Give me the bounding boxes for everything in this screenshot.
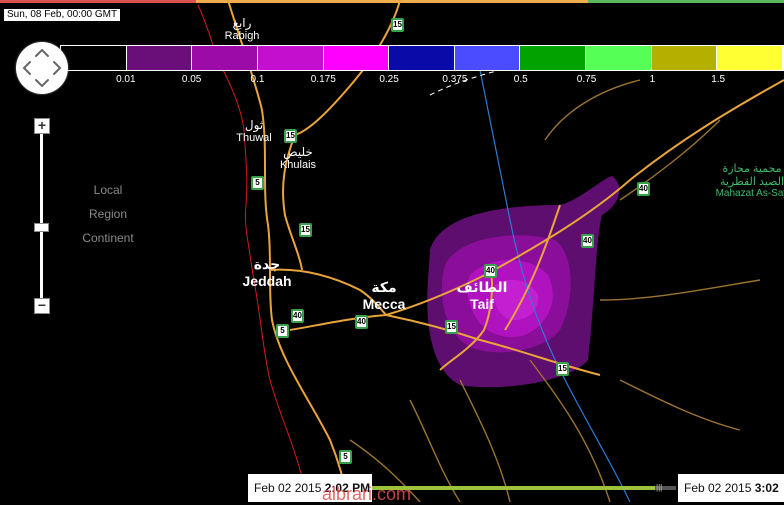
legend-swatch — [323, 46, 390, 70]
road-shield: 15 — [556, 362, 569, 376]
legend-label: 0.05 — [181, 74, 202, 85]
road-shield: 15 — [299, 223, 312, 237]
legend-label: 0.25 — [379, 74, 399, 85]
zoom-local-link[interactable]: Local — [72, 183, 144, 197]
road-shield: 40 — [355, 315, 368, 329]
legend-swatch — [717, 46, 784, 70]
road-shield: 5 — [339, 450, 352, 464]
legend-swatch — [520, 46, 587, 70]
zoom-out-button[interactable]: − — [34, 298, 50, 314]
pan-control[interactable] — [16, 42, 68, 94]
place-khulais: خليص Khulais — [279, 145, 317, 171]
legend-label: 1 — [649, 74, 656, 85]
legend-swatch — [454, 46, 521, 70]
road-shield: 40 — [484, 264, 497, 278]
zoom-in-button[interactable]: + — [34, 118, 50, 134]
legend-swatch — [192, 46, 258, 70]
place-thuwal: ثول Thuwal — [236, 118, 272, 144]
legend-swatch — [651, 46, 718, 70]
timeline-end-date: Feb 02 2015 — [684, 481, 752, 495]
place-jeddah: جدة Jeddah — [242, 256, 292, 289]
place-mecca: مكة Mecca — [362, 279, 406, 312]
legend-label: 1.5 — [711, 74, 726, 85]
legend-swatch — [586, 46, 652, 70]
zoom-region-link[interactable]: Region — [72, 207, 144, 221]
legend-label: 0.5 — [513, 74, 528, 85]
timeline-track[interactable] — [372, 486, 676, 490]
legend-label: 0.1 — [250, 74, 265, 85]
road-shield: 40 — [291, 309, 304, 323]
place-mahazat: محمية محازة الصيد القطرية Mahazat As-Say — [715, 163, 784, 199]
road-shield: 40 — [637, 182, 650, 196]
zoom-slider-track[interactable] — [40, 134, 43, 298]
road-shield: 40 — [581, 234, 594, 248]
legend-swatch — [389, 46, 455, 70]
road-shield: 5 — [251, 176, 264, 190]
legend-swatch — [126, 46, 193, 70]
legend-label: 0.175 — [310, 74, 336, 85]
zoom-slider-handle[interactable] — [34, 223, 49, 232]
legend-label: 0.01 — [116, 74, 136, 85]
road-shield: 15 — [284, 129, 297, 143]
timeline-progress — [372, 486, 655, 490]
legend-swatch — [61, 46, 127, 70]
forecast-time-stamp: Sun, 08 Feb, 00:00 GMT — [4, 9, 121, 21]
place-taif: الطائف Taif — [456, 279, 508, 312]
road-shield: 15 — [391, 18, 404, 32]
timeline-end-time: 3:02 — [754, 481, 779, 495]
legend-label: 0.75 — [576, 74, 597, 85]
zoom-continent-link[interactable]: Continent — [72, 231, 144, 245]
timeline-end: Feb 02 2015 3:02 — [678, 474, 784, 502]
legend-label: 0.375 — [442, 74, 468, 85]
road-shield: 5 — [276, 324, 289, 338]
timeline-handle-icon[interactable]: ||| — [656, 484, 664, 492]
road-shield: 15 — [445, 320, 458, 334]
legend-swatch — [257, 46, 324, 70]
precip-legend-bar — [60, 45, 784, 71]
pan-arrows-icon — [22, 48, 62, 88]
place-rabigh: رابغ Rabigh — [224, 16, 260, 42]
timeline-start-date: Feb 02 2015 — [254, 481, 322, 495]
